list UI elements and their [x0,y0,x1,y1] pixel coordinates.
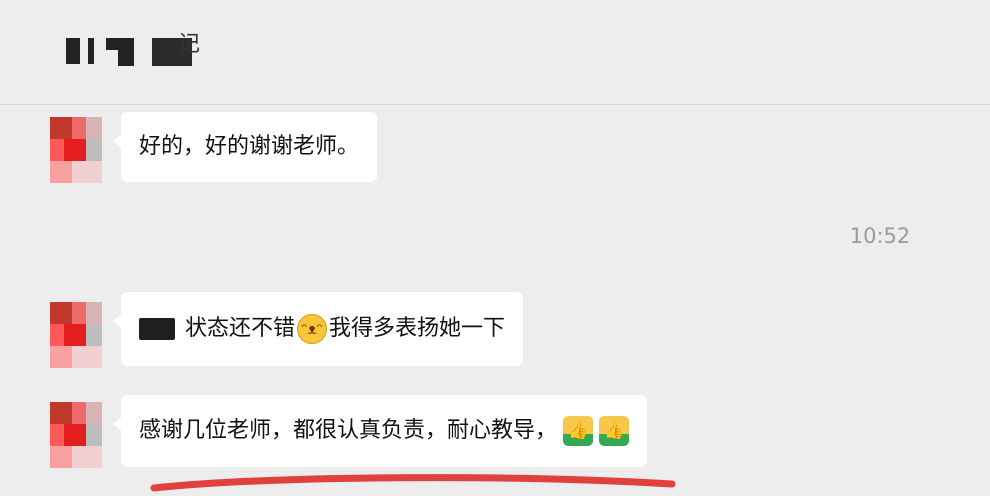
message-text: 好的，好的谢谢老师。 [139,134,360,159]
redacted-chat-title [66,30,226,70]
highlight-underline [150,474,676,492]
message-bubble[interactable]: 好的，好的谢谢老师。 [112,112,378,182]
message-text: 感谢几位老师，都很认真负责，耐心教导， [139,418,558,443]
avatar[interactable] [50,402,102,468]
avatar[interactable] [50,302,102,368]
chat-title-fragment: 记 [178,32,201,57]
grinning-face-icon: ᵔᴥᵔ [297,314,328,344]
message-text-continued: 我得多表扬她一下 [329,316,506,341]
thumbs-up-icon: 👍 [563,416,594,446]
message-timestamp: 10:52 [849,224,911,248]
message-text: 状态还不错 [185,316,296,341]
thumbs-up-icon: 👍 [599,416,630,446]
chat-header: 记 [0,0,990,105]
avatar[interactable] [50,117,102,183]
redacted-name [139,318,175,340]
message-bubble[interactable]: 感谢几位老师，都很认真负责，耐心教导， 👍 👍 [112,395,648,467]
message-bubble[interactable]: 状态还不错 ᵔᴥᵔ 我得多表扬她一下 [112,292,524,366]
